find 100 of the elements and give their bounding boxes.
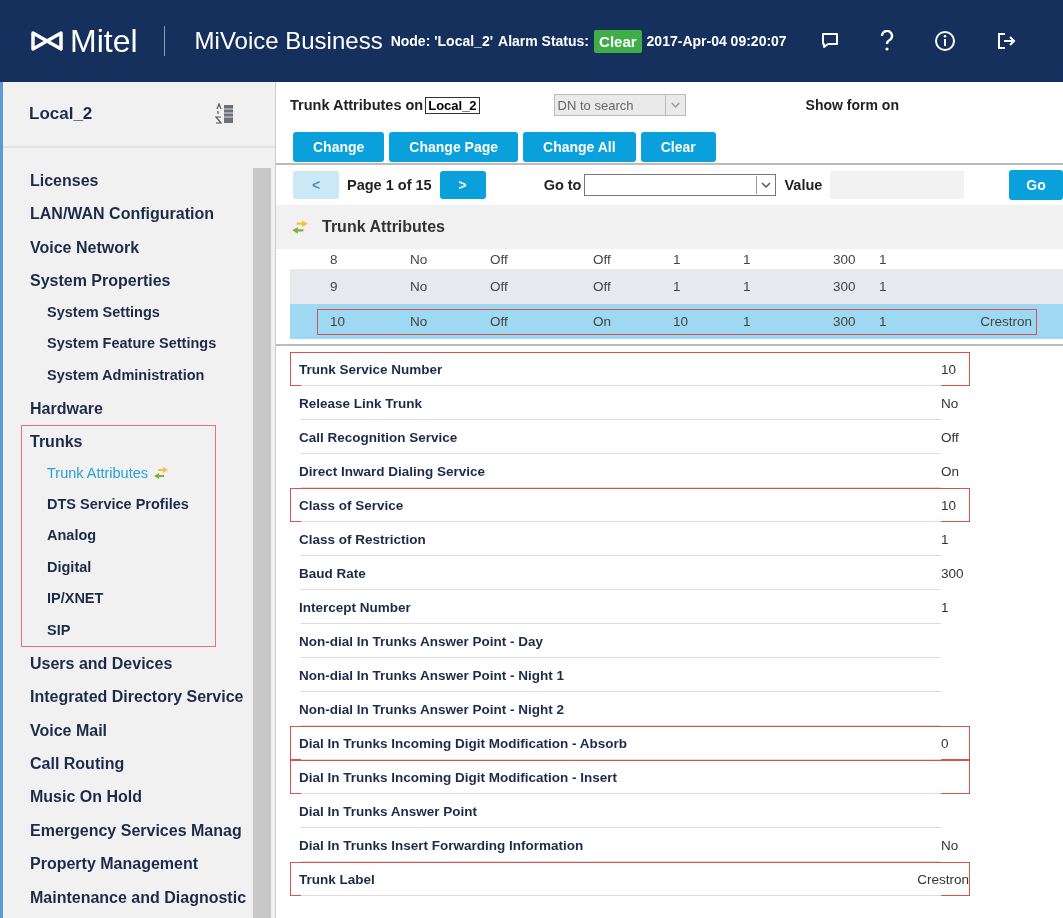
table-cell: 10 [673, 314, 689, 329]
arrows-icon [152, 466, 170, 481]
field-label: Class of Restriction [298, 531, 427, 547]
field-value: 0 [941, 735, 949, 751]
section-title: Trunk Attributes [322, 218, 445, 236]
nav-subitem[interactable]: Analog [30, 520, 189, 552]
field-label: Non-dial In Trunks Answer Point - Day [298, 633, 545, 649]
nav-subitem[interactable]: Digital [30, 551, 189, 584]
table-cell: Off [593, 279, 611, 294]
field-label: Intercept Number [298, 599, 412, 615]
table-row[interactable]: 10 No Off On 10 1 300 1 Crestron [290, 304, 1063, 339]
table-cell: No [410, 314, 428, 329]
scrollbar[interactable] [253, 148, 271, 918]
node-label: Node: 'Local_2' [390, 33, 493, 49]
nav-subitem[interactable]: System Administration [30, 359, 217, 391]
table-cell: 1 [879, 251, 887, 267]
table-cell: 1 [879, 279, 887, 294]
field-value: 1 [941, 531, 949, 547]
table-cell: No [410, 251, 428, 267]
sort-icon[interactable] [215, 103, 235, 125]
field-value: 300 [941, 565, 964, 581]
system-name: Local_2 [29, 104, 93, 124]
field-label: Trunk Service Number [298, 361, 444, 377]
field-value: 1 [941, 599, 949, 615]
field-value: No [941, 395, 959, 411]
nav-item[interactable]: System Properties [30, 265, 217, 297]
field-label: Release Link Trunk [298, 395, 424, 411]
show-form-label: Show form on [805, 97, 899, 113]
table-cell: Off [490, 279, 508, 294]
table-cell: No [410, 279, 428, 294]
field-label: Dial In Trunks Answer Point [298, 803, 479, 819]
table-row[interactable]: 8 No Off Off 1 1 300 1 [290, 249, 1063, 269]
form-title: Trunk Attributes on [290, 97, 424, 113]
field-value: Off [941, 429, 959, 445]
nav-item[interactable]: Emergency Services Manag [30, 814, 242, 847]
field-label: Class of Service [298, 497, 405, 513]
table-cell: 300 [833, 314, 856, 329]
alarm-label: Alarm Status: [498, 33, 590, 49]
nav-item[interactable]: Call Routing [30, 748, 125, 780]
table-cell: 8 [330, 251, 338, 267]
go-to-label: Go to [543, 177, 582, 193]
product-name: MiVoice Business [194, 27, 383, 55]
table-cell: On [593, 314, 611, 329]
field-label: Dial In Trunks Incoming Digit Modification - Insert [298, 769, 618, 785]
logo-icon [30, 30, 64, 52]
value-label: Value [784, 177, 823, 193]
table-cell: Off [490, 251, 508, 267]
table-cell: Off [490, 314, 508, 329]
nav-subitem[interactable]: System Settings [30, 296, 217, 328]
page-indicator: Page 1 of 15 [347, 177, 432, 193]
table-cell: Off [593, 251, 611, 267]
field-label: Trunk Label [298, 871, 376, 887]
field-label: Direct Inward Dialing Service [298, 463, 487, 479]
chat-icon[interactable] [819, 31, 840, 51]
nav-item[interactable]: Users and Devices [30, 647, 173, 680]
field-label: Non-dial In Trunks Answer Point - Night 2 [298, 701, 565, 717]
nav-item[interactable]: Hardware [30, 392, 103, 425]
field-label: Call Recognition Service [298, 429, 459, 445]
nav-subitem[interactable]: IP/XNET [30, 583, 189, 615]
field-label: Non-dial In Trunks Answer Point - Night 1 [298, 667, 565, 683]
field-value: 10 [941, 361, 957, 377]
nav-item[interactable]: LAN/WAN Configuration [30, 198, 214, 230]
info-icon[interactable] [933, 30, 956, 52]
nav-subitem[interactable]: System Feature Settings [30, 327, 217, 360]
table-cell: 1 [743, 251, 751, 267]
table-cell: 1 [673, 279, 681, 294]
table-cell: 9 [330, 279, 338, 294]
go-to-dropdown[interactable] [584, 174, 777, 196]
nav-subitem[interactable]: SIP [30, 614, 189, 646]
field-label: Dial In Trunks Insert Forwarding Information [298, 837, 585, 853]
nav-item[interactable]: Property Management [30, 848, 199, 880]
table-cell: 1 [673, 251, 681, 267]
logout-icon[interactable] [995, 31, 1016, 51]
brand-name: Mitel [70, 22, 138, 60]
nav-item[interactable]: Licenses [30, 165, 99, 197]
field-label: Dial In Trunks Incoming Digit Modification - Absorb [298, 735, 628, 751]
help-icon[interactable] [879, 30, 894, 52]
nav-item[interactable]: Voice Network [30, 231, 140, 264]
nav-subitem[interactable]: DTS Service Profiles [30, 488, 189, 521]
nav-item[interactable]: Integrated Directory Service [30, 681, 244, 713]
field-value: On [941, 463, 959, 479]
table-cell: 300 [833, 251, 856, 267]
date-time: 2017-Apr-04 09:20:07 [646, 33, 787, 49]
system-field: Local_2 [425, 96, 480, 114]
table-cell: 1 [743, 314, 751, 329]
table-row[interactable]: 9 No Off Off 1 1 300 1 [290, 269, 1063, 304]
alarm-status-badge: Clear [594, 29, 642, 53]
table-cell: Crestron [980, 314, 1032, 329]
nav-item[interactable]: Voice Mail [30, 714, 108, 747]
table-cell: 10 [330, 314, 346, 329]
table-cell: 1 [879, 314, 887, 329]
field-label: Baud Rate [298, 565, 367, 581]
nav-item[interactable]: Music On Hold [30, 781, 142, 813]
arrows-icon [290, 219, 310, 235]
nav-item[interactable]: Maintenance and Diagnostic [30, 881, 247, 913]
field-value: No [941, 837, 959, 853]
field-value: 10 [941, 497, 957, 513]
table-cell: 300 [833, 279, 856, 294]
nav-item[interactable]: Trunks [30, 426, 189, 458]
field-value: Crestron [917, 871, 969, 887]
